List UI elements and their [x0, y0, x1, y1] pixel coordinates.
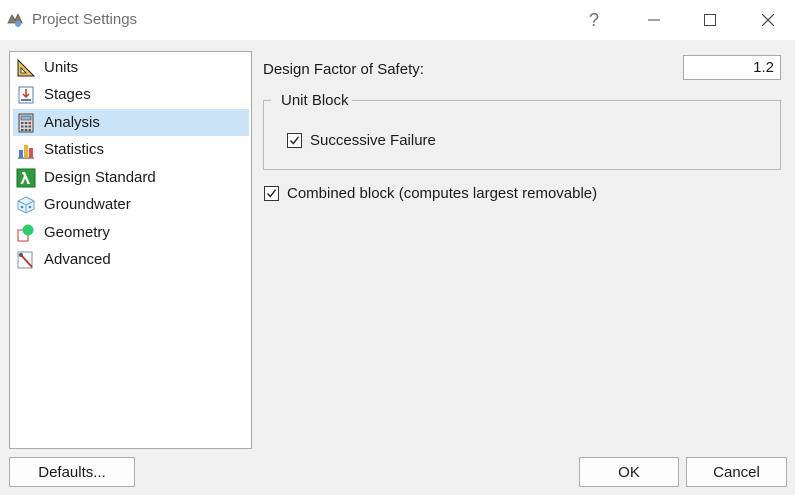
help-button[interactable]: ? — [566, 0, 622, 40]
nav-item-stages[interactable]: Stages — [13, 81, 249, 108]
design-fos-input[interactable]: 1.2 — [683, 55, 781, 80]
group-border — [352, 100, 782, 101]
close-icon — [762, 14, 774, 26]
minimize-icon — [648, 19, 660, 21]
group-border — [263, 100, 271, 101]
advanced-tool-icon — [17, 251, 33, 268]
groundwater-cube-icon — [17, 195, 35, 214]
window-title: Project Settings — [32, 11, 138, 28]
nav-label-geometry: Geometry — [44, 224, 110, 241]
nav-label-analysis: Analysis — [44, 114, 100, 131]
nav-item-groundwater[interactable]: Groundwater — [13, 191, 249, 218]
unit-block-title: Unit Block — [280, 92, 350, 109]
nav-label-units: Units — [44, 59, 79, 76]
nav-item-units[interactable]: Units — [13, 54, 249, 81]
nav-label-groundwater: Groundwater — [44, 196, 131, 213]
nav-item-advanced[interactable]: Advanced — [13, 246, 249, 273]
help-icon: ? — [588, 9, 599, 30]
stages-icon — [18, 86, 34, 103]
successive-failure-label: Successive Failure — [310, 132, 436, 149]
nav-label-stages: Stages — [44, 86, 91, 103]
checkmark-icon — [289, 136, 300, 145]
defaults-button[interactable]: Defaults... — [9, 457, 135, 487]
ok-button[interactable]: OK — [579, 457, 679, 487]
units-ruler-icon — [17, 58, 36, 76]
nav-label-advanced: Advanced — [44, 251, 111, 268]
nav-item-statistics[interactable]: Statistics — [13, 136, 249, 163]
nav-label-design-standard: Design Standard — [44, 169, 156, 186]
combined-block-option[interactable]: Combined block (computes largest removab… — [264, 185, 597, 202]
minimize-button[interactable] — [626, 0, 682, 40]
combined-block-checkbox[interactable] — [264, 186, 279, 201]
geometry-icon — [17, 224, 34, 242]
nav-item-analysis[interactable]: Analysis — [13, 109, 249, 136]
checkmark-icon — [266, 189, 277, 198]
maximize-icon — [704, 14, 716, 26]
lambda-icon — [16, 168, 36, 187]
maximize-button[interactable] — [682, 0, 738, 40]
nav-item-geometry[interactable]: Geometry — [13, 219, 249, 246]
cancel-button[interactable]: Cancel — [686, 457, 787, 487]
design-fos-label: Design Factor of Safety: — [263, 61, 424, 78]
nav-label-statistics: Statistics — [44, 141, 105, 158]
title-bar: Project Settings ? — [0, 0, 795, 40]
settings-nav-list: Units Stages Analysis Statistics Design … — [9, 51, 252, 449]
successive-failure-option[interactable]: Successive Failure — [287, 132, 436, 149]
close-button[interactable] — [740, 0, 795, 40]
successive-failure-checkbox[interactable] — [287, 133, 302, 148]
app-icon — [7, 13, 23, 27]
calculator-icon — [18, 113, 34, 132]
combined-block-label: Combined block (computes largest removab… — [287, 185, 598, 202]
bar-chart-icon — [18, 144, 34, 158]
nav-item-design-standard[interactable]: Design Standard — [13, 164, 249, 191]
